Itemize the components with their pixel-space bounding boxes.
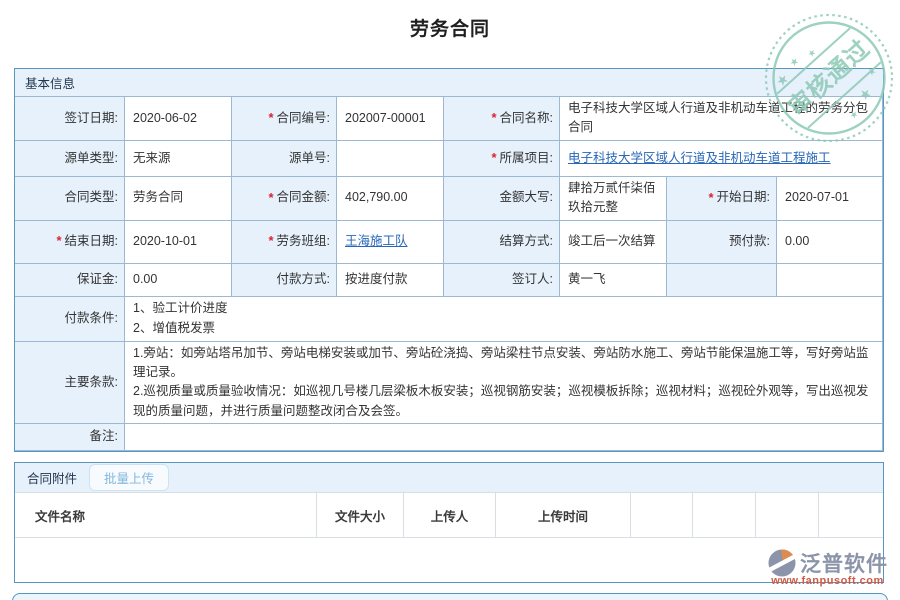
required-asterisk: * (708, 188, 713, 208)
field-contract-name-value: 电子科技大学区域人行道及非机动车道工程的劳务分包合同 (560, 97, 883, 141)
required-asterisk: * (491, 108, 496, 128)
attachments-section-bar: 合同附件 批量上传 (15, 463, 883, 493)
field-sign-date-value: 2020-06-02 (125, 97, 232, 141)
field-labor-team-link[interactable]: 王海施工队 (345, 232, 408, 251)
field-blank-label (667, 264, 777, 297)
next-section-edge (12, 593, 888, 600)
field-labor-team-label: *劳务班组: (232, 221, 337, 264)
batch-upload-button[interactable]: 批量上传 (89, 464, 169, 491)
basic-info-section-title: 基本信息 (25, 73, 75, 92)
field-end-date-label: *结束日期: (15, 221, 125, 264)
field-remark-label: 备注: (15, 424, 125, 451)
stamp-star-icon: ★ (806, 47, 819, 60)
required-asterisk: * (268, 188, 273, 208)
required-asterisk: * (268, 108, 273, 128)
field-remark-value (125, 424, 883, 451)
field-labor-team-value: 王海施工队 (337, 221, 444, 264)
field-contract-no-value: 202007-00001 (337, 97, 444, 141)
field-start-date-value: 2020-07-01 (777, 177, 883, 221)
basic-info-grid: 签订日期:2020-06-02*合同编号:202007-00001*合同名称:电… (15, 97, 883, 451)
attachments-col-empty-7 (819, 493, 883, 537)
required-asterisk: * (56, 231, 61, 251)
attachments-col-1: 文件大小 (317, 493, 404, 537)
basic-info-panel: 基本信息 签订日期:2020-06-02*合同编号:202007-00001*合… (14, 68, 884, 452)
field-advance-payment-value: 0.00 (777, 221, 883, 264)
field-project-label: *所属项目: (444, 141, 560, 177)
field-pay-method-label: 付款方式: (232, 264, 337, 297)
required-asterisk: * (268, 231, 273, 251)
field-source-no-value (337, 141, 444, 177)
field-project-link[interactable]: 电子科技大学区域人行道及非机动车道工程施工 (568, 149, 831, 168)
basic-info-section-bar: 基本信息 (15, 69, 883, 97)
fanpu-logo-icon (767, 548, 797, 578)
field-contract-type-value: 劳务合同 (125, 177, 232, 221)
field-deposit-label: 保证金: (15, 264, 125, 297)
brand-footer: 泛普软件 www.fanpusoft.com (767, 548, 888, 587)
field-blank-value (777, 264, 883, 297)
brand-url: www.fanpusoft.com (771, 575, 884, 587)
field-amount-in-words-label: 金额大写: (444, 177, 560, 221)
attachments-col-empty-6 (756, 493, 819, 537)
field-main-terms-value: 1.旁站：如旁站塔吊加节、旁站电梯安装或加节、旁站砼浇捣、旁站梁柱节点安装、旁站… (125, 342, 883, 425)
brand-name: 泛普软件 (800, 548, 888, 578)
field-main-terms-label: 主要条款: (15, 342, 125, 425)
field-contract-name-label: *合同名称: (444, 97, 560, 141)
field-source-no-label: 源单号: (232, 141, 337, 177)
labor-contract-page: 劳务合同 审核通过 ★ ★ ★ ★ ★ ★ 基本信息 签订日期:2020-06-… (0, 0, 900, 600)
field-pay-condition-label: 付款条件: (15, 297, 125, 342)
field-source-type-value: 无来源 (125, 141, 232, 177)
field-advance-payment-label: 预付款: (667, 221, 777, 264)
field-contract-amount-value: 402,790.00 (337, 177, 444, 221)
field-signer-label: 签订人: (444, 264, 560, 297)
field-contract-amount-label: *合同金额: (232, 177, 337, 221)
field-signer-value: 黄一飞 (560, 264, 667, 297)
attachments-col-empty-5 (693, 493, 756, 537)
field-source-type-label: 源单类型: (15, 141, 125, 177)
attachments-col-empty-4 (631, 493, 693, 537)
field-project-value: 电子科技大学区域人行道及非机动车道工程施工 (560, 141, 883, 177)
attachments-col-2: 上传人 (404, 493, 496, 537)
field-end-date-value: 2020-10-01 (125, 221, 232, 264)
field-settle-method-value: 竣工后一次结算 (560, 221, 667, 264)
field-contract-no-label: *合同编号: (232, 97, 337, 141)
field-amount-in-words-value: 肆拾万贰仟柒佰玖拾元整 (560, 177, 667, 221)
field-pay-condition-value: 1、验工计价进度 2、增值税发票 (125, 297, 883, 342)
field-pay-method-value: 按进度付款 (337, 264, 444, 297)
attachments-panel: 合同附件 批量上传 文件名称文件大小上传人上传时间 (14, 462, 884, 583)
attachments-col-0: 文件名称 (15, 493, 317, 537)
required-asterisk: * (491, 148, 496, 168)
field-sign-date-label: 签订日期: (15, 97, 125, 141)
field-contract-type-label: 合同类型: (15, 177, 125, 221)
attachments-header-row: 文件名称文件大小上传人上传时间 (15, 493, 883, 538)
field-settle-method-label: 结算方式: (444, 221, 560, 264)
attachments-section-title: 合同附件 (27, 468, 77, 487)
field-start-date-label: *开始日期: (667, 177, 777, 221)
page-title: 劳务合同 (0, 14, 900, 41)
field-deposit-value: 0.00 (125, 264, 232, 297)
attachments-col-3: 上传时间 (496, 493, 631, 537)
